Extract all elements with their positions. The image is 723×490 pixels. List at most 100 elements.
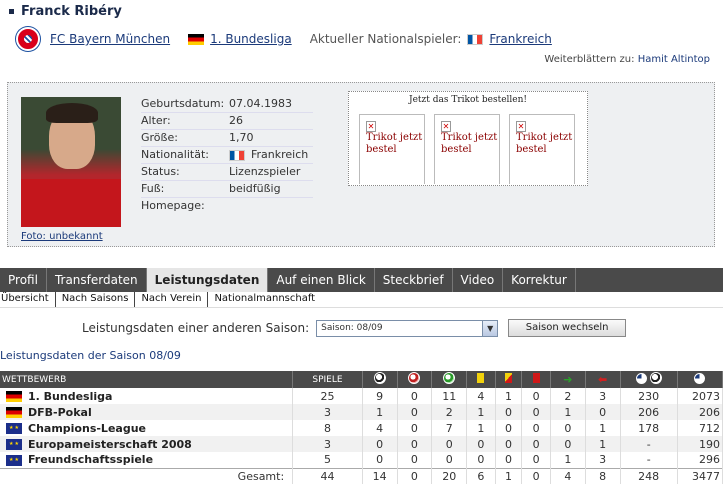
competition-name[interactable]: 1. Bundesliga [28, 390, 112, 403]
goal-ball-icon [649, 372, 662, 384]
col-wettbewerb[interactable]: WETTBEWERB [0, 371, 294, 388]
tab-steckbrief[interactable]: Steckbrief [375, 268, 453, 292]
detail-row: Status: Lizenzspieler [141, 163, 313, 181]
detail-row: Homepage: [141, 197, 313, 214]
tab-video[interactable]: Video [453, 268, 504, 292]
table-row: 1. Bundesliga 25 9 0 11 4 1 0 2 3 230 2073 [0, 388, 723, 404]
next-player-link[interactable]: Hamit Altintop [638, 54, 710, 65]
col-yellow-red[interactable] [495, 371, 523, 388]
season-dropdown[interactable]: Saison: 08/09 ▼ [316, 319, 499, 337]
tab-transferdaten[interactable]: Transferdaten [47, 268, 147, 292]
detail-value: Lizenzspieler [229, 163, 313, 181]
season-title: Leistungsdaten der Saison 08/09 [0, 349, 181, 362]
league-link[interactable]: 1. Bundesliga [210, 32, 292, 46]
clock-icon [635, 373, 647, 384]
stat-cell: 0 [521, 436, 551, 452]
tab-auf-einen-blick[interactable]: Auf einen Blick [268, 268, 375, 292]
competition-cell[interactable]: Freundschaftsspiele [0, 452, 294, 468]
bullet-icon [9, 9, 14, 14]
tab-profil[interactable]: Profil [0, 268, 47, 292]
clock-icon [694, 372, 706, 384]
total-cell: 0 [521, 467, 551, 484]
col-minutes-per-goal[interactable] [620, 371, 678, 388]
national-team-link[interactable]: Frankreich [489, 32, 551, 46]
photo-credit-link[interactable]: Foto: unbekannt [21, 231, 103, 242]
competition-cell[interactable]: Champions-League [0, 420, 294, 436]
detail-row: Größe: 1,70 [141, 129, 313, 147]
competition-logo-icon [6, 423, 22, 434]
broken-image-icon: ✕ [441, 121, 451, 132]
stat-cell: 0 [495, 404, 523, 420]
col-yellow[interactable] [466, 371, 496, 388]
stat-cell: 206 [620, 404, 678, 420]
detail-label: Fuß: [141, 180, 229, 198]
stat-cell: 0 [466, 436, 496, 452]
stat-cell: 0 [362, 436, 398, 452]
competition-name[interactable]: Europameisterschaft 2008 [28, 438, 192, 451]
club-row: FC Bayern München 1. Bundesliga Aktuelle… [16, 27, 552, 51]
france-flag-icon [229, 149, 245, 161]
player-photo [21, 97, 121, 227]
competition-name[interactable]: Champions-League [28, 422, 146, 435]
col-goals[interactable] [362, 371, 398, 388]
stats-table: WETTBEWERB SPIELE ➜ ⬅ 1. Bundesliga 25 9 0 1… [0, 371, 723, 484]
germany-flag-icon [6, 407, 22, 418]
trikot-ad[interactable]: ✕Trikot jetzt bestel [434, 114, 500, 184]
stat-cell: 0 [521, 452, 551, 468]
sub-tabs: Übersicht Nach Saisons Nach Verein Natio… [0, 292, 723, 308]
chevron-down-icon[interactable]: ▼ [482, 320, 498, 336]
stat-cell: 2 [431, 404, 468, 420]
stat-cell: 0 [466, 452, 496, 468]
trikot-header: Jetzt das Trikot bestellen! [408, 95, 528, 105]
detail-value: 26 [229, 112, 313, 130]
club-link[interactable]: FC Bayern München [50, 32, 170, 46]
stat-cell: 0 [550, 420, 586, 436]
total-cell: 8 [585, 467, 621, 484]
stat-cell: 3 [585, 452, 621, 468]
total-cell: 248 [620, 467, 678, 484]
col-own-goals[interactable] [397, 371, 433, 388]
total-cell: 6 [466, 467, 496, 484]
totals-row: Gesamt: 44 14 0 20 6 1 0 4 8 248 3477 [0, 467, 723, 484]
assist-ball-icon [443, 372, 456, 384]
detail-label: Geburtsdatum: [141, 95, 229, 113]
season-selected: Saison: 08/09 [321, 322, 383, 333]
stat-cell: 0 [521, 420, 551, 436]
stat-cell: 0 [431, 436, 468, 452]
trikot-ad[interactable]: ✕Trikot jetzt bestel [509, 114, 575, 184]
total-cell: 4 [550, 467, 586, 484]
competition-cell[interactable]: Europameisterschaft 2008 [0, 436, 294, 452]
change-season-button[interactable]: Saison wechseln [508, 319, 627, 337]
tab-korrektur[interactable]: Korrektur [503, 268, 576, 292]
stat-cell: 0 [397, 452, 433, 468]
stat-cell: 1 [585, 436, 621, 452]
subtab-uebersicht[interactable]: Übersicht [0, 292, 56, 307]
next-player: Weiterblättern zu: Hamit Altintop [544, 54, 710, 65]
subtab-nationalmannschaft[interactable]: Nationalmannschaft [208, 292, 321, 307]
competition-cell[interactable]: 1. Bundesliga [0, 388, 294, 404]
stat-cell: 8 [292, 420, 363, 436]
stat-cell: 712 [677, 420, 723, 436]
tab-leistungsdaten[interactable]: Leistungsdaten [146, 268, 269, 292]
col-spiele[interactable]: SPIELE [292, 371, 363, 388]
stat-cell: 0 [521, 388, 551, 404]
competition-name[interactable]: DFB-Pokal [28, 406, 92, 419]
col-minutes[interactable] [677, 371, 723, 388]
stat-cell: 0 [397, 420, 433, 436]
total-label: Gesamt: [0, 467, 294, 484]
subtab-nach-saisons[interactable]: Nach Saisons [56, 292, 136, 307]
col-sub-in[interactable]: ➜ [550, 371, 586, 388]
competition-cell[interactable]: DFB-Pokal [0, 404, 294, 420]
subtab-nach-verein[interactable]: Nach Verein [135, 292, 209, 307]
col-red[interactable] [521, 371, 551, 388]
col-assists[interactable] [431, 371, 468, 388]
stat-cell: 0 [495, 452, 523, 468]
stat-cell: 1 [550, 404, 586, 420]
yellow-card-icon [477, 373, 485, 383]
col-sub-out[interactable]: ⬅ [585, 371, 621, 388]
trikot-ad[interactable]: ✕Trikot jetzt bestel [359, 114, 425, 184]
competition-name[interactable]: Freundschaftsspiele [28, 453, 153, 466]
stat-cell: 296 [677, 452, 723, 468]
season-selector: Leistungsdaten einer anderen Saison: Sai… [82, 319, 627, 337]
bayern-logo-icon[interactable] [16, 27, 40, 51]
